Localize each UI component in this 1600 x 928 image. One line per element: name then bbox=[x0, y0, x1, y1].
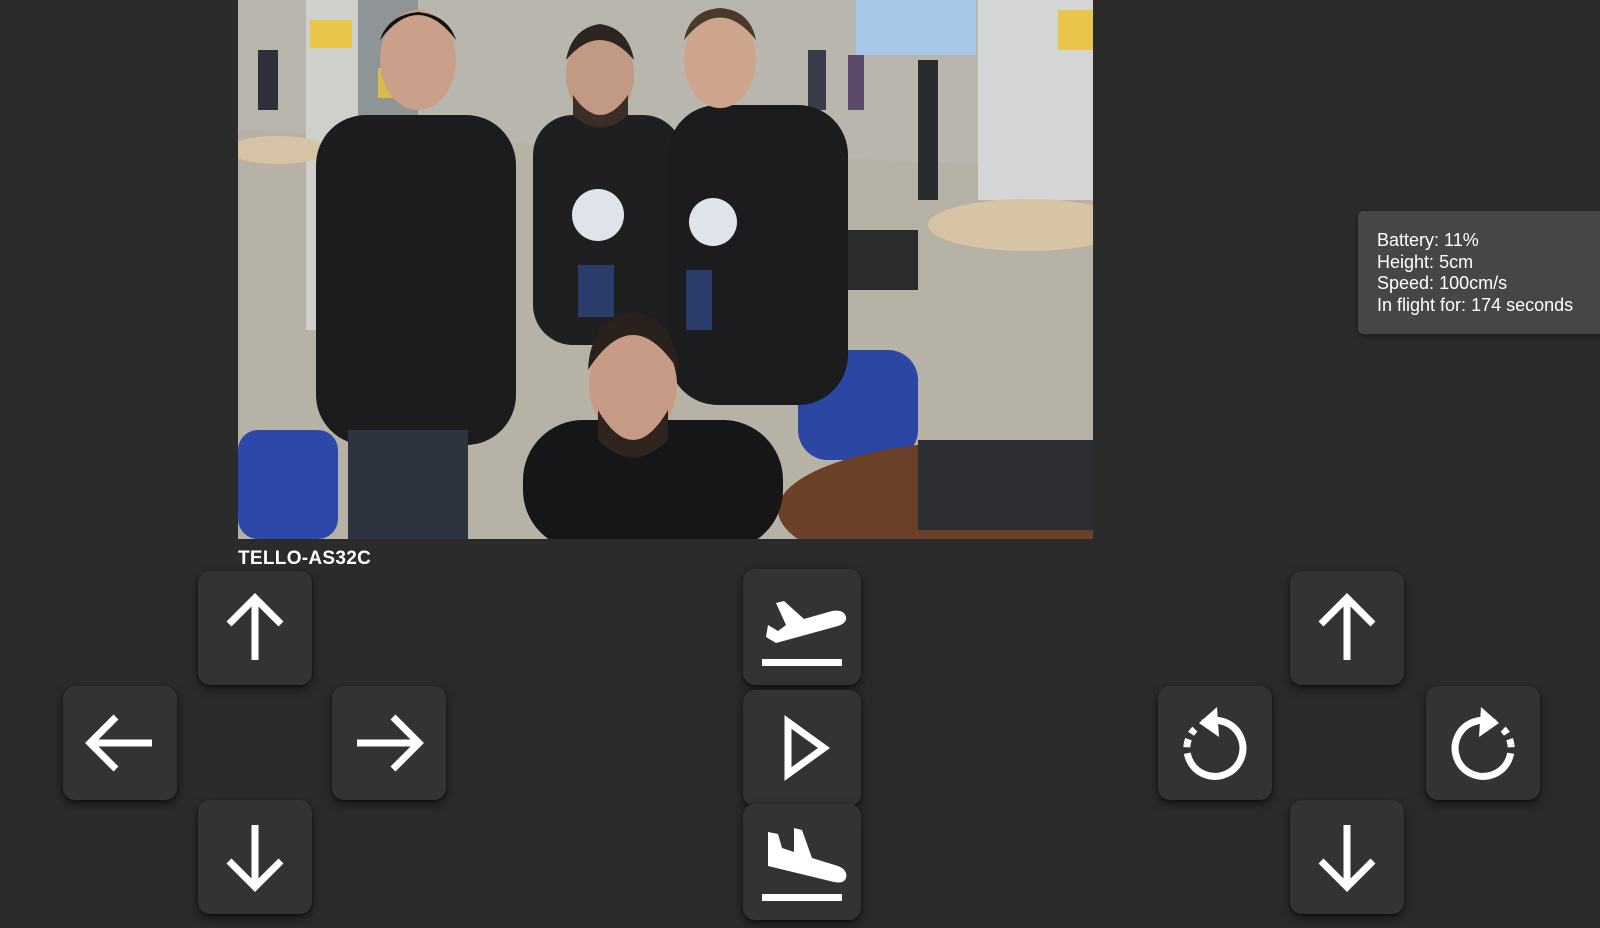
start-video-button[interactable] bbox=[743, 690, 861, 806]
height-label: Height: bbox=[1377, 251, 1435, 272]
camera-video-feed bbox=[238, 0, 1093, 539]
drone-name-label: TELLO-AS32C bbox=[238, 548, 372, 564]
land-button[interactable] bbox=[743, 804, 861, 920]
height-value: 5cm bbox=[1439, 251, 1474, 272]
rotate-right-button[interactable] bbox=[1426, 686, 1540, 800]
speed-label: Speed: bbox=[1377, 273, 1435, 293]
camera-frame-image bbox=[238, 0, 1093, 539]
move-forward-button[interactable] bbox=[198, 571, 312, 685]
height-row: Height: 5cm bbox=[1377, 252, 1600, 274]
arrow-left-icon bbox=[85, 714, 152, 772]
rotate-left-button[interactable] bbox=[1158, 686, 1272, 800]
speed-row: Speed: 100cm/s bbox=[1377, 273, 1600, 295]
flight-time-row: In flight for: 174 seconds bbox=[1377, 295, 1600, 317]
arrow-up-icon bbox=[226, 593, 284, 660]
rotate-cw-icon bbox=[1451, 707, 1515, 780]
flight-time-value: 174 seconds bbox=[1471, 294, 1574, 315]
battery-label: Battery: bbox=[1377, 230, 1440, 250]
battery-row: Battery: 11% bbox=[1377, 230, 1600, 252]
rotate-ccw-icon bbox=[1183, 707, 1247, 780]
takeoff-icon bbox=[762, 601, 847, 666]
descend-button[interactable] bbox=[1290, 800, 1404, 914]
land-icon bbox=[762, 828, 847, 901]
speed-value: 100cm/s bbox=[1439, 273, 1508, 293]
telemetry-panel: Battery: 11% Height: 5cm Speed: 100cm/s … bbox=[1358, 211, 1600, 334]
flight-time-label: In flight for: bbox=[1377, 294, 1467, 315]
move-left-button[interactable] bbox=[63, 686, 177, 800]
arrow-down-icon bbox=[226, 825, 284, 892]
ascend-button[interactable] bbox=[1290, 571, 1404, 685]
arrow-right-icon bbox=[357, 714, 424, 772]
move-right-button[interactable] bbox=[332, 686, 446, 800]
arrow-down-icon bbox=[1318, 825, 1376, 892]
play-icon bbox=[784, 715, 830, 781]
drone-control-screen: TELLO-AS32C Battery: 11% Height: 5cm Spe… bbox=[0, 0, 1600, 928]
arrow-up-icon bbox=[1318, 593, 1376, 660]
move-backward-button[interactable] bbox=[198, 800, 312, 914]
takeoff-button[interactable] bbox=[743, 569, 861, 685]
battery-value: 11% bbox=[1444, 230, 1479, 250]
